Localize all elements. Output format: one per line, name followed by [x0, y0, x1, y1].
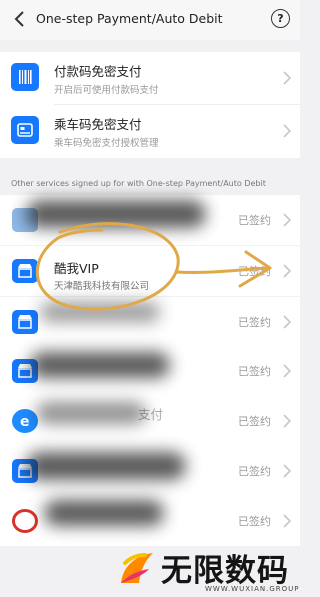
chevron-right-icon [283, 464, 292, 478]
brand-name: 无限数码 [161, 553, 289, 589]
signed-status: 已签约 [238, 515, 271, 528]
service-company: 天津酷我科技有限公司 [54, 281, 150, 292]
chevron-right-icon [283, 414, 292, 428]
signed-status: 已签约 [238, 465, 271, 478]
signed-status: 已签约 [238, 316, 271, 329]
bus-card-icon [11, 116, 39, 144]
chevron-right-icon [283, 315, 292, 329]
bus-code-title: 乘车码免密支付 [54, 117, 142, 132]
redaction-blur [40, 302, 160, 322]
service-row-kuwo-vip[interactable]: 酷我VIP 天津酷我科技有限公司 已签约 [0, 246, 300, 296]
nav-bar: One-step Payment/Auto Debit ? [0, 0, 300, 40]
payment-code-title: 付款码免密支付 [54, 64, 142, 79]
section-label: Other services signed up for with One-st… [11, 179, 266, 188]
redaction-blur [36, 402, 146, 424]
chevron-right-icon [283, 124, 292, 138]
page-title: One-step Payment/Auto Debit [36, 11, 223, 26]
chevron-right-icon [283, 364, 292, 378]
back-arrow-icon[interactable] [10, 8, 30, 30]
brand-url: WWW.WUXIAN.GROUP [205, 585, 300, 593]
chevron-right-icon [283, 213, 292, 227]
store-icon [12, 310, 38, 334]
help-icon[interactable]: ? [271, 9, 290, 28]
chevron-right-icon [283, 71, 292, 85]
redaction-blur [26, 200, 206, 228]
redaction-blur [44, 500, 164, 526]
watermark-banner: 无限数码 WWW.WUXIAN.GROUP [105, 541, 298, 597]
signed-status: 已签约 [238, 214, 271, 227]
bus-code-subtitle: 乘车码免密支付授权管理 [54, 138, 159, 149]
store-icon [12, 259, 38, 283]
bus-code-row[interactable]: 乘车码免密支付 乘车码免密支付授权管理 [0, 105, 300, 157]
quick-pay-card: 付款码免密支付 开启后可使用付款码支付 乘车码免密支付 乘车码免密支付授权管理 [0, 52, 300, 158]
chevron-right-icon [283, 264, 292, 278]
payment-code-row[interactable]: 付款码免密支付 开启后可使用付款码支付 [0, 52, 300, 104]
redaction-blur [26, 452, 186, 480]
red-app-icon [12, 509, 38, 533]
signed-status: 已签约 [238, 415, 271, 428]
signed-status: 已签约 [238, 265, 271, 278]
chevron-right-icon [283, 514, 292, 528]
signed-status: 已签约 [238, 365, 271, 378]
barcode-icon [11, 63, 39, 91]
redaction-blur [30, 352, 170, 378]
brand-logo-icon [121, 553, 153, 583]
e-app-icon: e [12, 409, 38, 433]
service-name: 酷我VIP [54, 261, 99, 276]
payment-code-subtitle: 开启后可使用付款码支付 [54, 85, 159, 96]
svg-text:e: e [20, 414, 30, 430]
